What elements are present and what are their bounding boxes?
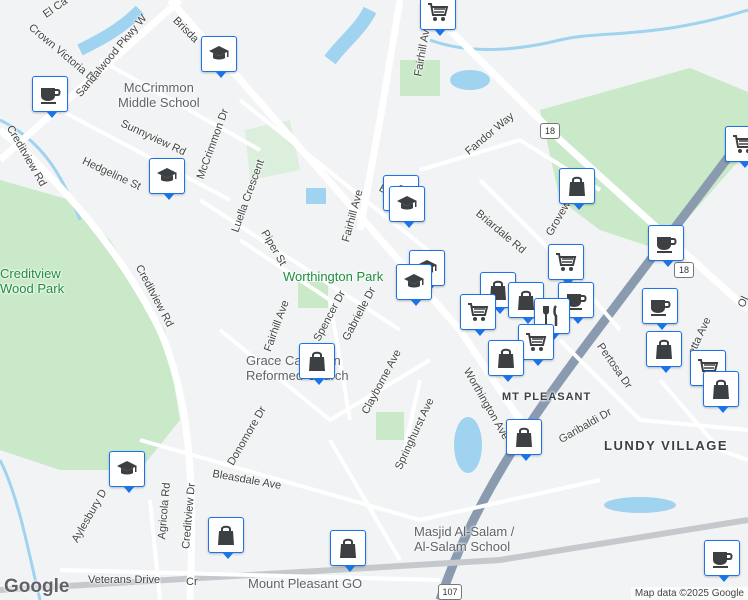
marker-shopping-bag-icon[interactable] [488, 340, 524, 382]
street-veterans: Veterans Drive [88, 574, 161, 586]
label-mount-pleasant-go[interactable]: Mount Pleasant GO [248, 576, 362, 591]
marker-shopping-bag-icon[interactable] [646, 331, 682, 373]
marker-shopping-bag-icon[interactable] [299, 343, 335, 385]
route-107-shield: 107 [438, 584, 462, 600]
marker-shopping-bag-icon[interactable] [703, 371, 739, 413]
marker-shopping-cart-icon[interactable] [460, 294, 496, 336]
marker-shopping-cart-icon[interactable] [548, 244, 584, 286]
marker-shopping-bag-icon[interactable] [506, 419, 542, 461]
map-attribution[interactable]: Map data ©2025 Google [630, 587, 748, 600]
route-18-shield-b: 18 [674, 262, 694, 278]
marker-school-icon[interactable] [396, 264, 432, 306]
marker-school-icon[interactable] [109, 451, 145, 493]
marker-cafe-icon[interactable] [704, 540, 740, 582]
marker-shopping-bag-icon[interactable] [330, 530, 366, 572]
label-masjid[interactable]: Masjid Al-Salam / Al-Salam School [414, 524, 514, 554]
label-mccrimmon-school[interactable]: McCrimmon Middle School [118, 80, 200, 110]
marker-shopping-cart-icon[interactable] [725, 126, 748, 168]
water-pond-fandor [450, 70, 490, 90]
marker-school-icon[interactable] [201, 36, 237, 78]
map-canvas[interactable] [0, 0, 748, 600]
marker-school-icon[interactable] [389, 186, 425, 228]
marker-school-icon[interactable] [149, 158, 185, 200]
park-small-south [376, 412, 404, 440]
route-18-shield-a: 18 [540, 123, 560, 139]
label-worthington-park[interactable]: Worthington Park [283, 269, 383, 284]
street-cr: Cr [186, 576, 198, 588]
water-pond-fairhill [306, 188, 326, 204]
label-lundy-village: LUNDY VILLAGE [604, 438, 728, 453]
marker-cafe-icon[interactable] [642, 288, 678, 330]
google-logo: Google [4, 576, 70, 597]
water-pond-south [454, 417, 482, 473]
marker-shopping-bag-icon[interactable] [559, 168, 595, 210]
label-creditview-park[interactable]: Creditview Wood Park [0, 266, 64, 296]
water-pond-east [604, 497, 676, 513]
marker-shopping-cart-icon[interactable] [420, 0, 456, 36]
label-mt-pleasant: MT PLEASANT [502, 391, 592, 403]
marker-cafe-icon[interactable] [648, 225, 684, 267]
marker-shopping-bag-icon[interactable] [208, 517, 244, 559]
marker-cafe-icon[interactable] [32, 76, 68, 118]
